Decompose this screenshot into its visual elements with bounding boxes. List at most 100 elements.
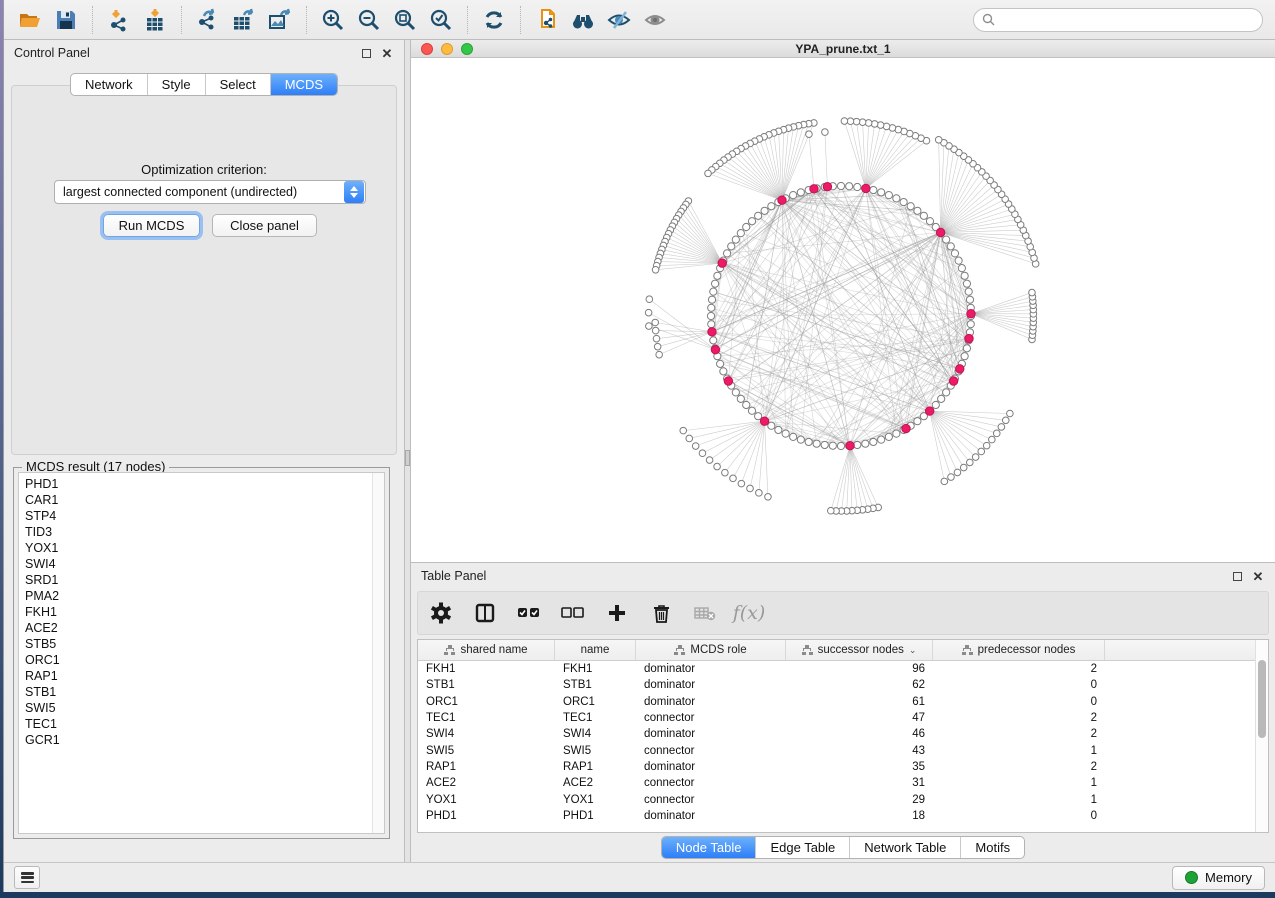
save-icon[interactable] (48, 5, 84, 35)
network-node[interactable] (846, 183, 853, 190)
network-node[interactable] (652, 319, 659, 326)
network-node[interactable] (706, 457, 713, 464)
zoom-selected-icon[interactable] (423, 5, 459, 35)
tab-mcds[interactable]: MCDS (270, 74, 337, 95)
network-node[interactable] (790, 192, 797, 199)
eye-slash-icon[interactable] (601, 5, 637, 35)
tab-style[interactable]: Style (147, 74, 205, 95)
table-row[interactable]: ORC1ORC1dominator610 (418, 694, 1255, 710)
network-node[interactable] (686, 435, 693, 442)
col-predecessor-nodes[interactable]: predecessor nodes (933, 640, 1105, 660)
eye-icon[interactable] (637, 5, 673, 35)
network-node[interactable] (932, 401, 939, 408)
network-node[interactable] (1029, 289, 1036, 296)
mcds-result-item[interactable]: PMA2 (25, 588, 372, 604)
network-node[interactable] (854, 183, 861, 190)
network-node[interactable] (768, 203, 775, 210)
col-mcds-role[interactable]: MCDS role (636, 640, 786, 660)
network-node[interactable] (810, 185, 818, 193)
import-table-icon[interactable] (137, 5, 173, 35)
refresh-icon[interactable] (476, 5, 512, 35)
criterion-dropdown[interactable]: largest connected component (undirected) (54, 180, 366, 204)
network-node[interactable] (955, 257, 962, 264)
network-node[interactable] (718, 259, 726, 267)
network-node[interactable] (949, 377, 957, 385)
search-input[interactable] (1001, 13, 1254, 27)
network-node[interactable] (862, 440, 869, 447)
network-node[interactable] (878, 436, 885, 443)
tab-node-table[interactable]: Node Table (662, 837, 756, 858)
network-node[interactable] (954, 469, 961, 476)
network-node[interactable] (914, 207, 921, 214)
select-all-icon[interactable] (516, 600, 542, 626)
mcds-result-list[interactable]: PHD1CAR1STP4TID3YOX1SWI4SRD1PMA2FKH1ACE2… (18, 472, 385, 834)
mcds-result-item[interactable]: ACE2 (25, 620, 372, 636)
network-node[interactable] (854, 441, 861, 448)
mcds-result-item[interactable]: RAP1 (25, 668, 372, 684)
network-node[interactable] (738, 480, 745, 487)
network-node[interactable] (960, 464, 967, 471)
mcds-result-item[interactable]: TEC1 (25, 716, 372, 732)
network-node[interactable] (978, 448, 985, 455)
run-mcds-button[interactable]: Run MCDS (103, 214, 200, 237)
network-node[interactable] (782, 430, 789, 437)
network-node[interactable] (790, 433, 797, 440)
deselect-all-icon[interactable] (560, 600, 586, 626)
network-node[interactable] (907, 203, 914, 210)
network-node[interactable] (723, 250, 730, 257)
mcds-result-item[interactable]: STP4 (25, 508, 372, 524)
network-node[interactable] (806, 131, 813, 138)
network-node[interactable] (966, 296, 973, 303)
panel-splitter[interactable] (404, 40, 411, 862)
network-node[interactable] (870, 186, 877, 193)
network-node[interactable] (893, 195, 900, 202)
close-panel-button[interactable]: Close panel (212, 214, 317, 237)
network-node[interactable] (652, 266, 659, 273)
export-image-icon[interactable] (262, 5, 298, 35)
network-node[interactable] (761, 207, 768, 214)
close-panel-icon[interactable]: ✕ (380, 46, 394, 60)
network-node[interactable] (656, 351, 663, 358)
network-node[interactable] (967, 321, 974, 328)
node-table-body[interactable]: FKH1FKH1dominator962STB1STB1dominator620… (418, 661, 1255, 832)
network-node[interactable] (747, 485, 754, 492)
network-node[interactable] (961, 353, 968, 360)
table-row[interactable]: SWI5SWI5connector431 (418, 742, 1255, 758)
network-node[interactable] (822, 129, 829, 136)
network-node[interactable] (813, 440, 820, 447)
network-node[interactable] (870, 438, 877, 445)
network-node[interactable] (692, 443, 699, 450)
network-node[interactable] (877, 122, 884, 129)
table-row[interactable]: SWI4SWI4dominator462 (418, 726, 1255, 742)
zoom-out-icon[interactable] (351, 5, 387, 35)
network-node[interactable] (967, 310, 975, 318)
network-node[interactable] (935, 136, 942, 143)
network-node[interactable] (646, 296, 653, 303)
network-node[interactable] (958, 265, 965, 272)
network-node[interactable] (728, 243, 735, 250)
network-node[interactable] (938, 395, 945, 402)
network-node[interactable] (936, 228, 944, 236)
network-node[interactable] (966, 459, 973, 466)
network-node[interactable] (983, 442, 990, 449)
mcds-result-item[interactable]: ORC1 (25, 652, 372, 668)
network-node[interactable] (748, 218, 755, 225)
network-node[interactable] (654, 343, 661, 350)
network-node[interactable] (948, 474, 955, 481)
network-node[interactable] (885, 192, 892, 199)
network-node[interactable] (711, 280, 718, 287)
table-scrollbar-thumb[interactable] (1258, 660, 1266, 738)
network-node[interactable] (717, 360, 724, 367)
network-node[interactable] (680, 427, 687, 434)
network-node[interactable] (943, 389, 950, 396)
network-node[interactable] (963, 345, 970, 352)
network-node[interactable] (893, 430, 900, 437)
network-node[interactable] (707, 312, 714, 319)
toolbar-search[interactable] (973, 8, 1263, 32)
network-node[interactable] (732, 389, 739, 396)
mcds-result-item[interactable]: STB1 (25, 684, 372, 700)
memory-button[interactable]: Memory (1172, 866, 1265, 890)
network-node[interactable] (705, 170, 712, 177)
mcds-result-item[interactable]: PHD1 (25, 476, 372, 492)
col-shared-name[interactable]: shared name (418, 640, 555, 660)
